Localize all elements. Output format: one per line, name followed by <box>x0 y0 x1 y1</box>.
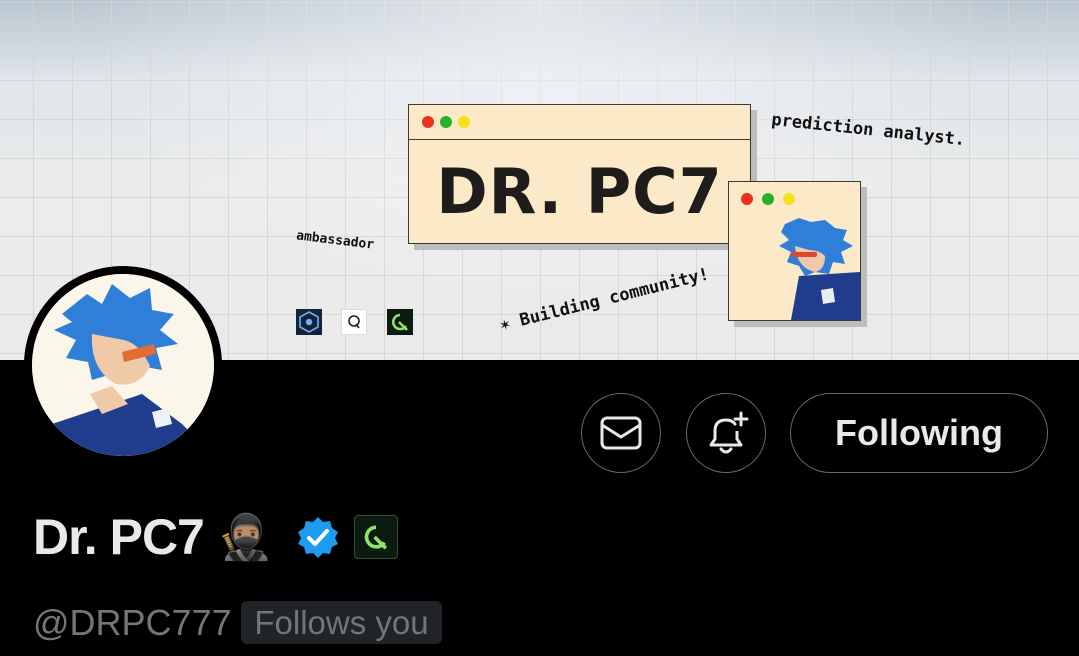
green-dot-icon <box>440 116 452 128</box>
q-letter-logo-icon <box>341 309 367 335</box>
affiliate-badge-icon[interactable] <box>353 515 398 559</box>
red-dot-icon <box>422 116 434 128</box>
banner-title: DR. PC7 <box>436 155 723 228</box>
hexagon-logo-icon <box>296 309 322 335</box>
display-name-row: Dr. PC7 🥷🏽 <box>33 508 398 566</box>
follows-you-badge: Follows you <box>241 601 442 644</box>
red-dot-icon <box>741 193 753 205</box>
following-button[interactable]: Following <box>790 393 1048 473</box>
display-name: Dr. PC7 <box>33 509 205 565</box>
yellow-dot-icon <box>783 193 795 205</box>
notifications-button[interactable] <box>686 393 766 473</box>
message-button[interactable] <box>581 393 661 473</box>
green-dot-icon <box>762 193 774 205</box>
verified-badge-icon[interactable] <box>296 515 340 559</box>
anime-character-image <box>729 216 860 320</box>
avatar-image <box>32 274 214 456</box>
user-handle: @DRPC777 <box>33 602 232 643</box>
yellow-dot-icon <box>458 116 470 128</box>
profile-avatar[interactable] <box>24 266 222 464</box>
banner-main-window: DR. PC7 <box>408 104 751 244</box>
green-q-logo-icon <box>387 309 413 335</box>
envelope-icon <box>600 416 642 450</box>
banner-small-window <box>728 181 861 321</box>
bell-plus-icon <box>709 411 749 454</box>
ninja-emoji-icon: 🥷🏽 <box>217 513 273 562</box>
